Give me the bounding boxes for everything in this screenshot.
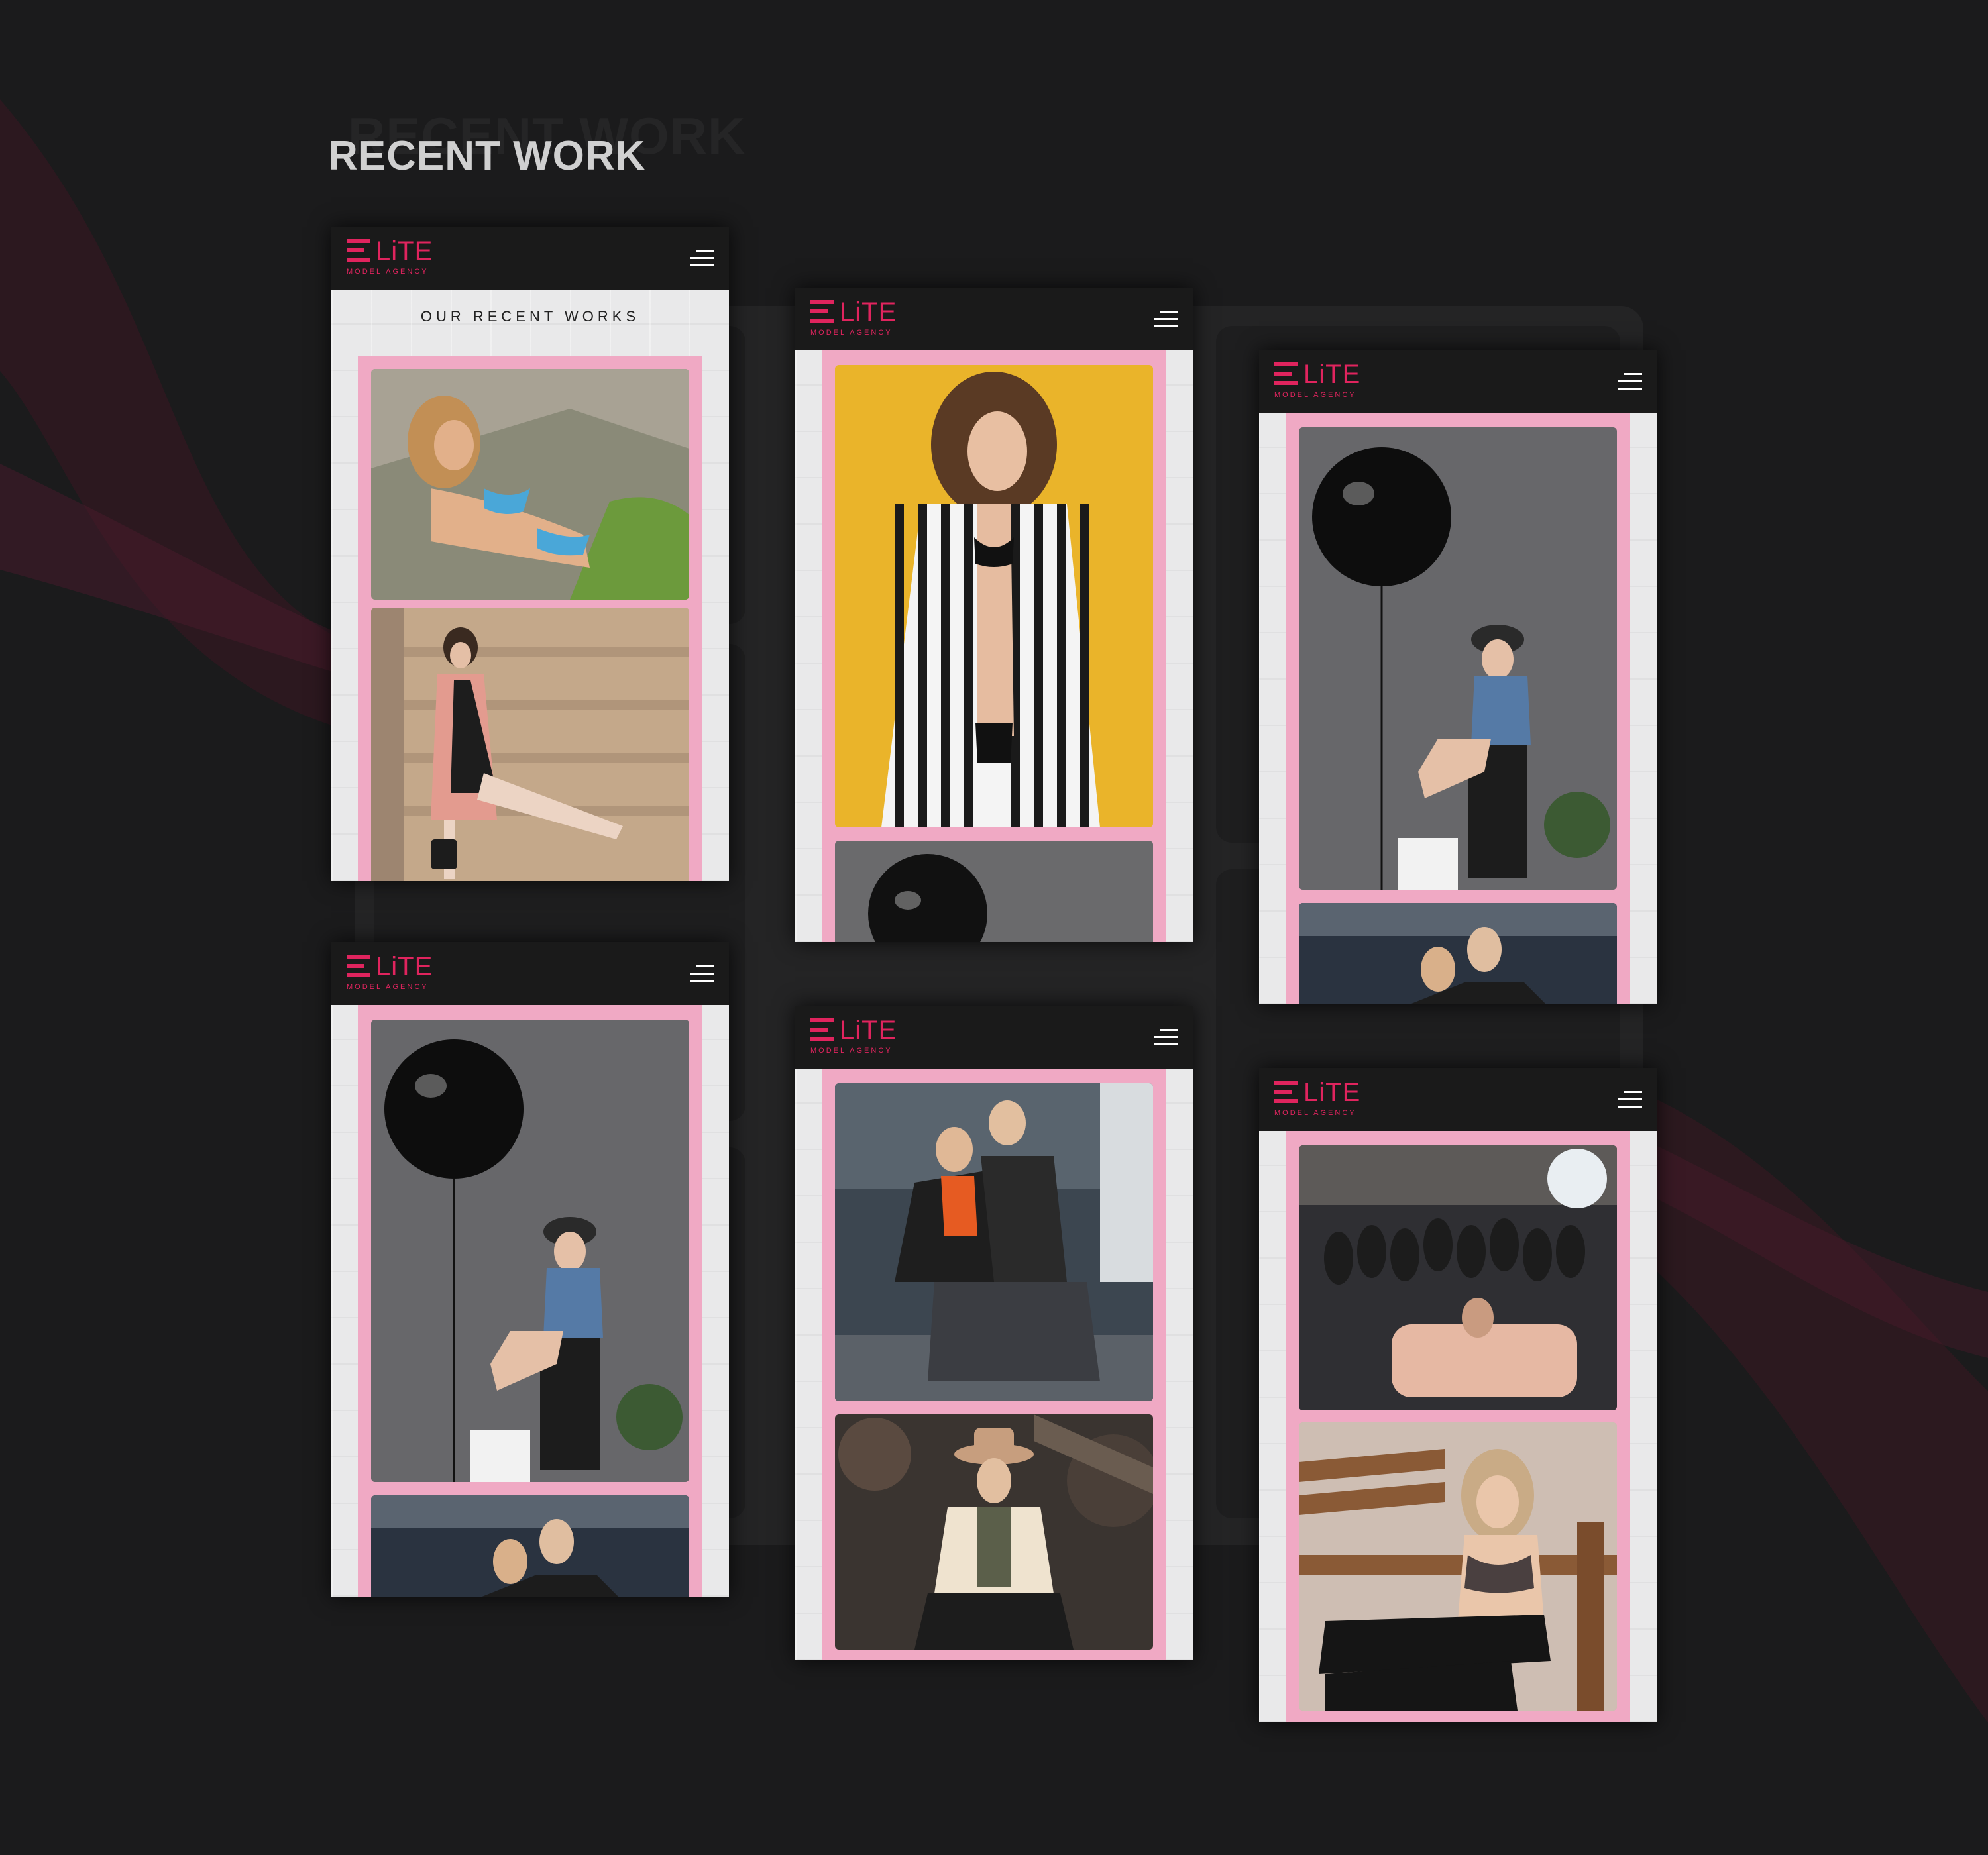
gallery-panel [358, 356, 702, 881]
gallery-photo[interactable] [1299, 427, 1617, 890]
gallery-photo[interactable] [1299, 1422, 1617, 1711]
gallery-photo[interactable] [835, 841, 1153, 942]
phone-screen: LiTE MODEL AGENCY [1259, 350, 1657, 1004]
logo-subtitle: MODEL AGENCY [810, 329, 893, 337]
app-header: LiTE MODEL AGENCY [795, 288, 1193, 350]
photo-couple-preview-icon [1299, 903, 1617, 1004]
gallery-photo[interactable] [371, 1020, 689, 1482]
page-heading: OUR RECENT WORKS [420, 308, 640, 325]
logo-subtitle: MODEL AGENCY [1274, 1109, 1356, 1117]
photo-studio-crowd-icon [1299, 1145, 1617, 1410]
photo-pink-coat-icon [371, 608, 689, 881]
hamburger-menu-icon[interactable] [1154, 1029, 1178, 1046]
gallery-panel [358, 1005, 702, 1597]
gallery-panel [822, 1069, 1166, 1660]
logo-subtitle: MODEL AGENCY [347, 983, 429, 991]
hamburger-menu-icon[interactable] [1618, 1091, 1642, 1108]
app-header: LiTE MODEL AGENCY [331, 227, 729, 290]
gallery-photo[interactable] [1299, 903, 1617, 1004]
photo-couple-steps-icon [835, 1083, 1153, 1401]
gallery-photo[interactable] [1299, 1145, 1617, 1410]
gallery-photo[interactable] [371, 369, 689, 600]
app-header: LiTE MODEL AGENCY [1259, 1068, 1657, 1131]
elite-logo-mark-icon [1274, 1081, 1301, 1104]
section-title: RECENT WORK [328, 133, 646, 179]
phone-screen: LiTE MODEL AGENCY [795, 288, 1193, 942]
app-header: LiTE MODEL AGENCY [795, 1006, 1193, 1069]
logo-text: LiTE [840, 1016, 897, 1045]
photo-striped-shirt-icon [835, 365, 1153, 827]
elite-logo-mark-icon [1274, 362, 1301, 386]
page-content: OUR RECENT WORKS [331, 290, 729, 881]
elite-logo-mark-icon [810, 300, 837, 324]
gallery-photo[interactable] [835, 365, 1153, 827]
logo-subtitle: MODEL AGENCY [810, 1047, 893, 1055]
gallery-photo[interactable] [371, 608, 689, 881]
page-content [795, 1069, 1193, 1660]
gallery-panel [1286, 413, 1630, 1004]
gallery-photo[interactable] [835, 1083, 1153, 1401]
gallery-panel [1286, 1131, 1630, 1722]
app-header: LiTE MODEL AGENCY [331, 942, 729, 1005]
logo-subtitle: MODEL AGENCY [1274, 391, 1356, 399]
photo-balloon-preview-icon [835, 841, 1153, 942]
page-content [795, 350, 1193, 942]
photo-balloon-chair-icon [371, 1020, 689, 1482]
hamburger-menu-icon[interactable] [690, 250, 714, 267]
photo-woman-bench-icon [1299, 1422, 1617, 1711]
logo-text: LiTE [1303, 1078, 1361, 1107]
gallery-photo[interactable] [371, 1495, 689, 1597]
logo-text: LiTE [376, 237, 433, 266]
photo-balloon-chair-icon [1299, 427, 1617, 890]
page-content [1259, 413, 1657, 1004]
photo-man-hat-icon [835, 1414, 1153, 1650]
page-content [331, 1005, 729, 1597]
hamburger-menu-icon[interactable] [690, 965, 714, 982]
elite-logo-mark-icon [810, 1018, 837, 1042]
logo-text: LiTE [376, 952, 433, 981]
hamburger-menu-icon[interactable] [1154, 311, 1178, 328]
gallery-photo[interactable] [835, 1414, 1153, 1650]
phone-screen: LiTE MODEL AGENCY [795, 1006, 1193, 1660]
elite-logo-mark-icon [347, 239, 373, 263]
photo-bikini-icon [371, 369, 689, 600]
logo-subtitle: MODEL AGENCY [347, 268, 429, 276]
phone-screen: LiTE MODEL AGENCY [1259, 1068, 1657, 1722]
logo-text: LiTE [1303, 360, 1361, 389]
gallery-panel [822, 350, 1166, 942]
elite-logo-mark-icon [347, 955, 373, 979]
page-content [1259, 1131, 1657, 1722]
app-header: LiTE MODEL AGENCY [1259, 350, 1657, 413]
phone-screen: LiTE MODEL AGENCY [331, 942, 729, 1597]
logo-text: LiTE [840, 297, 897, 327]
phone-screen: LiTE MODEL AGENCY OUR RECENT WORKS [331, 227, 729, 881]
photo-couple-preview-icon [371, 1495, 689, 1597]
hamburger-menu-icon[interactable] [1618, 373, 1642, 390]
